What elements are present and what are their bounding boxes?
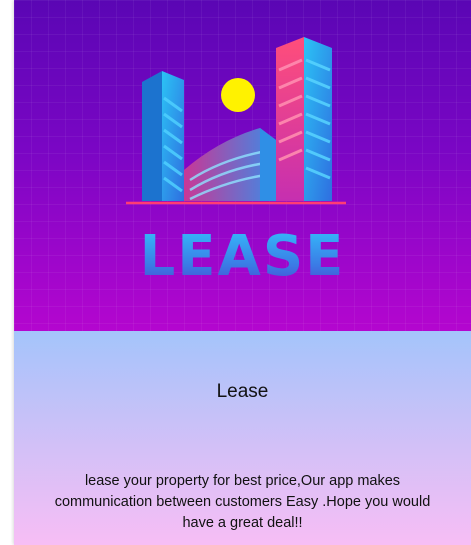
hero-banner: LEASE [14, 0, 471, 331]
app-card: LEASE Lease lease your property for best… [14, 0, 471, 545]
lease-wordmark: LEASE [14, 222, 471, 292]
card-body: Lease lease your property for best price… [14, 331, 471, 545]
right-building [276, 37, 332, 201]
middle-building [184, 128, 276, 201]
left-building [142, 71, 184, 201]
card-title: Lease [216, 381, 269, 402]
card-description: lease your property for best price,Our a… [54, 473, 431, 531]
sun-icon [221, 78, 255, 112]
